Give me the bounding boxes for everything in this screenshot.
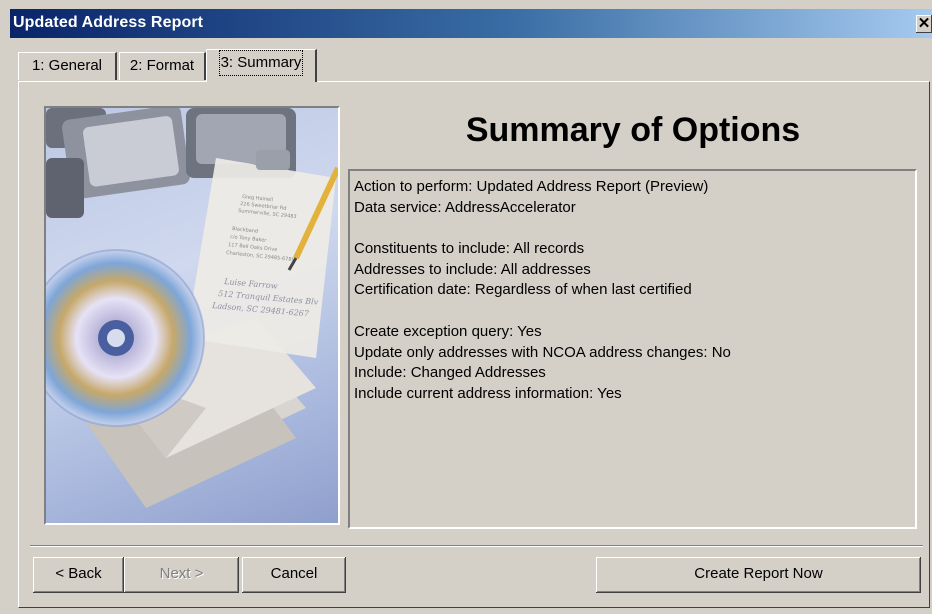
cancel-button[interactable]: Cancel xyxy=(242,557,346,593)
tab-format-label: 2: Format xyxy=(129,57,195,74)
summary-line: Include current address information: Yes xyxy=(354,384,622,402)
title-bar: Updated Address Report ✕ xyxy=(10,9,932,38)
summary-line: Addresses to include: All addresses xyxy=(354,260,591,278)
button-separator xyxy=(30,545,923,547)
summary-text-box: Action to perform: Updated Address Repor… xyxy=(348,169,917,529)
tab-summary-label: 3: Summary xyxy=(218,50,304,76)
close-icon[interactable]: ✕ xyxy=(916,15,932,33)
summary-line: Data service: AddressAccelerator xyxy=(354,198,576,216)
next-button[interactable]: Next > xyxy=(124,557,239,593)
summary-gap xyxy=(354,301,915,322)
summary-gap xyxy=(354,218,915,239)
summary-line: Action to perform: Updated Address Repor… xyxy=(354,178,709,195)
tab-general[interactable]: 1: General xyxy=(18,52,117,80)
create-report-now-button[interactable]: Create Report Now xyxy=(596,557,921,593)
tab-general-label: 1: General xyxy=(31,57,103,74)
summary-heading: Summary of Options xyxy=(465,111,801,149)
summary-line: Constituents to include: All records xyxy=(354,240,585,258)
tab-summary[interactable]: 3: Summary xyxy=(206,49,317,82)
tab-format[interactable]: 2: Format xyxy=(119,52,206,80)
summary-line: Certification date: Regardless of when l… xyxy=(354,281,692,299)
decorative-photo: Greg Hainell 226 Sweetbriar Rd Summervil… xyxy=(44,106,340,525)
summary-line: Create exception query: Yes xyxy=(354,322,542,340)
summary-line: Include: Changed Addresses xyxy=(354,364,546,382)
window-title: Updated Address Report xyxy=(13,14,204,31)
back-button[interactable]: < Back xyxy=(33,557,124,593)
summary-line: Update only addresses with NCOA address … xyxy=(354,343,731,361)
